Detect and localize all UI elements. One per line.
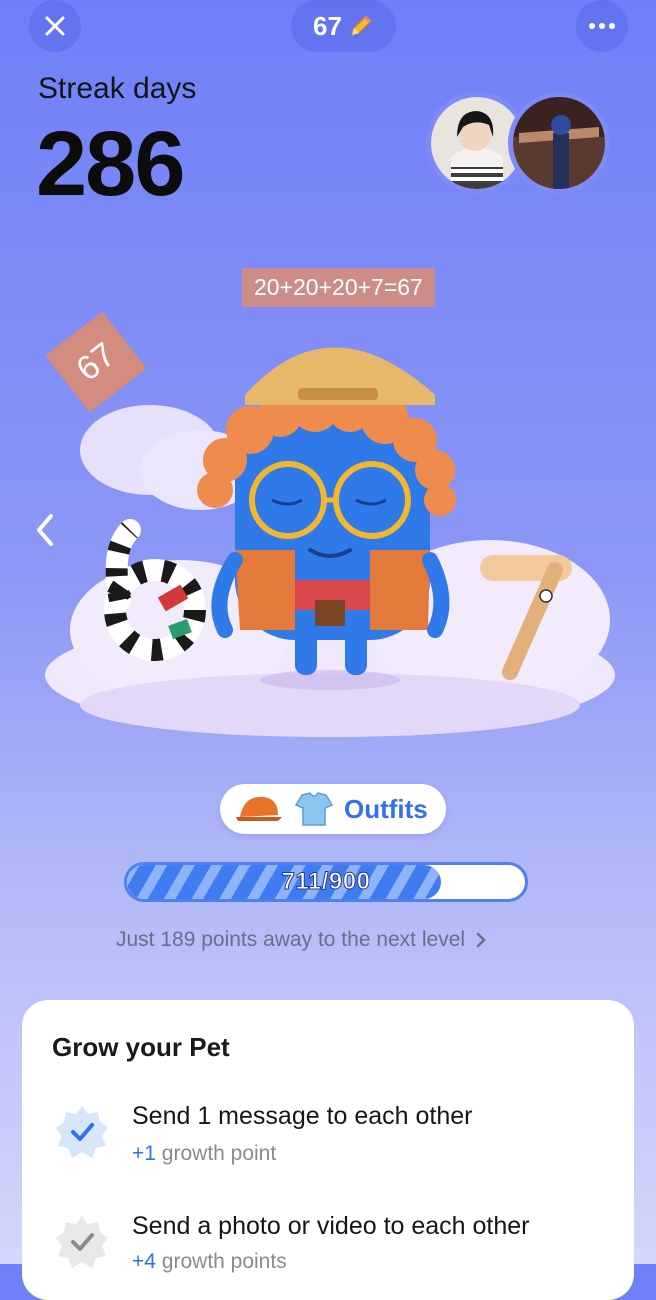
streak-label: Streak days xyxy=(38,72,197,105)
more-icon xyxy=(589,23,615,29)
streak-days-value: 286 xyxy=(36,113,185,215)
task-status-done-icon xyxy=(54,1104,110,1160)
card-title: Grow your Pet xyxy=(52,1032,230,1062)
next-level-link[interactable]: Just 189 points away to the next level xyxy=(116,928,487,952)
shirt-icon xyxy=(294,792,334,826)
streak-count-pill[interactable]: 67 xyxy=(291,0,396,52)
grow-pet-card: Grow your Pet Send 1 message to each oth… xyxy=(22,1000,634,1300)
more-button[interactable] xyxy=(576,0,628,52)
pet-illustration[interactable] xyxy=(40,300,620,740)
growth-progress-bar: 711/900 xyxy=(124,862,528,902)
cap-icon xyxy=(236,796,282,821)
avatar-user[interactable] xyxy=(508,92,610,194)
chevron-right-icon xyxy=(476,932,486,948)
task-title: Send 1 message to each other xyxy=(132,1102,473,1130)
outfits-button[interactable]: Outfits xyxy=(220,784,446,834)
task-title: Send a photo or video to each other xyxy=(132,1212,530,1240)
outfits-label: Outfits xyxy=(344,793,428,824)
next-level-text: Just 189 points away to the next level xyxy=(116,928,466,951)
streak-count: 67 xyxy=(313,10,342,41)
task-reward: +4 growth points xyxy=(132,1250,287,1273)
growth-progress-text: 711/900 xyxy=(281,868,371,896)
task-reward: +1 growth point xyxy=(132,1142,277,1165)
task-status-pending-icon xyxy=(54,1214,110,1270)
close-icon xyxy=(45,16,65,36)
pencil-icon xyxy=(350,14,372,37)
close-button[interactable] xyxy=(29,0,81,52)
